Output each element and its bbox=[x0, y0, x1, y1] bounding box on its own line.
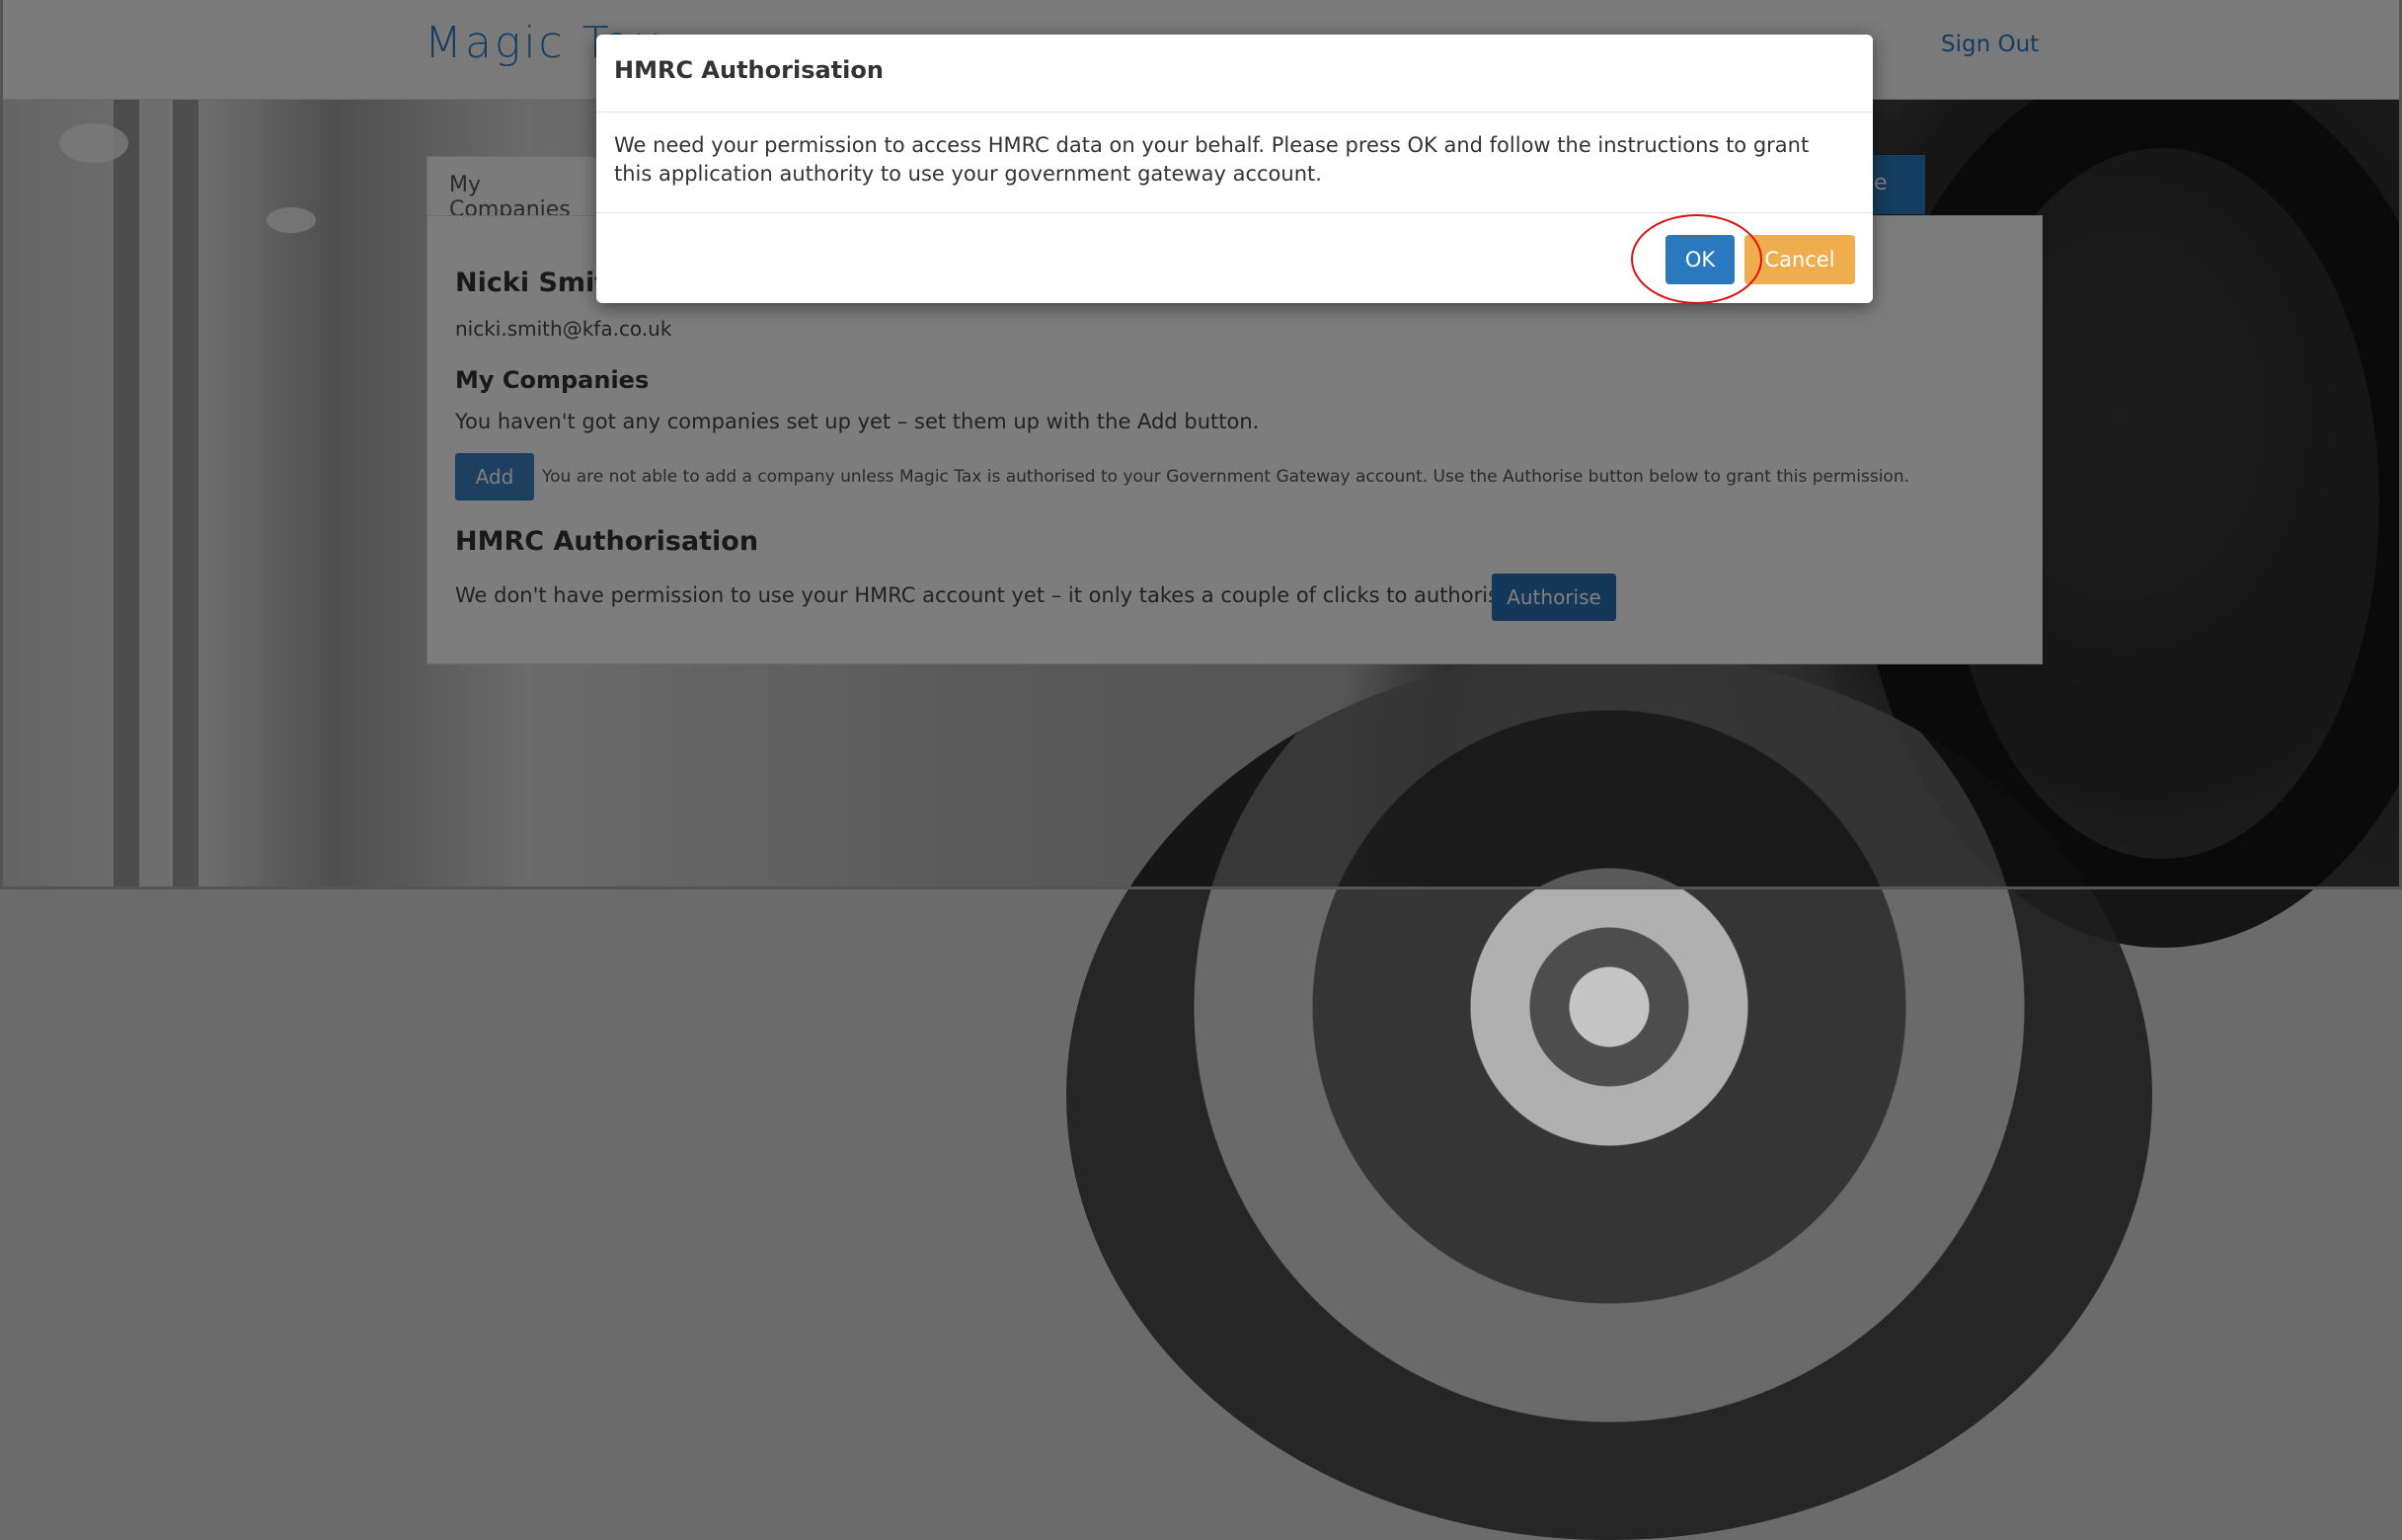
dialog-message: We need your permission to access HMRC d… bbox=[614, 133, 1810, 186]
dialog-divider bbox=[596, 212, 1873, 213]
dialog-title: HMRC Authorisation bbox=[614, 56, 884, 84]
dialog-header: HMRC Authorisation bbox=[596, 35, 1873, 113]
ok-highlight-annotation bbox=[1631, 214, 1762, 304]
